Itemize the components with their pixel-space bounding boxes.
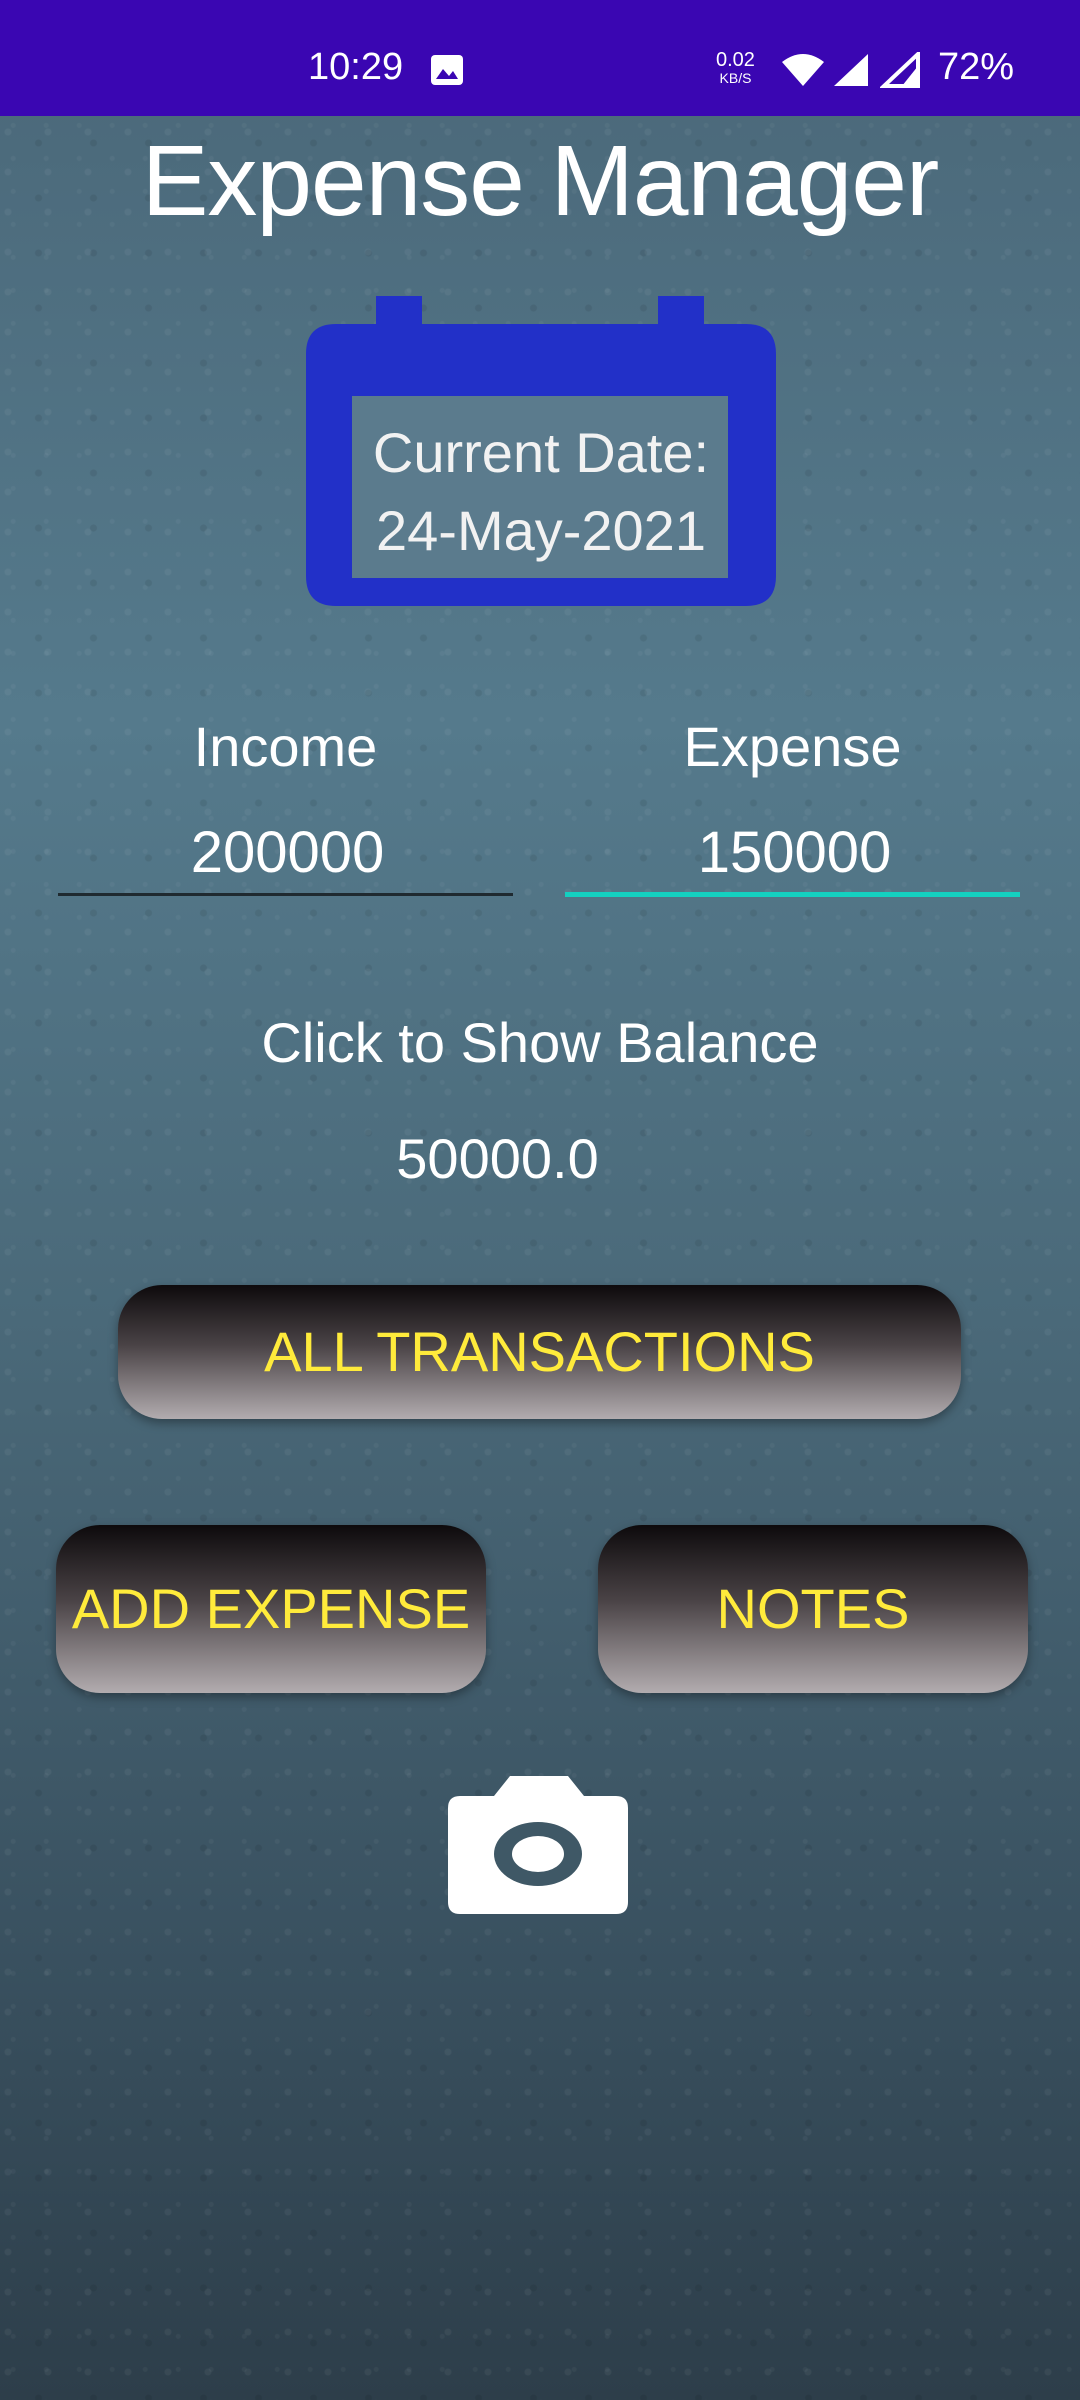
network-speed-value: 0.02 [716,49,755,71]
expense-field[interactable] [565,816,1024,888]
current-date-label: Current Date: [372,421,710,484]
income-field[interactable] [58,816,517,888]
network-speed: 0.02 KB/S [716,50,755,86]
expense-underline [565,892,1020,897]
date-card: Current Date: 24-May-2021 [306,296,776,606]
image-icon [430,54,464,86]
income-label: Income [193,715,378,778]
expense-label: Expense [683,715,902,778]
income-underline [58,893,513,896]
current-date-value: 24-May-2021 [376,499,706,562]
all-transactions-button[interactable]: ALL TRANSACTIONS [118,1285,961,1419]
battery-level: 72% [938,46,1015,88]
app-title: Expense Manager [141,125,940,237]
notes-button[interactable]: NOTES [598,1525,1028,1693]
balance-value: 50000.0 [396,1127,599,1190]
status-bar: 10:29 0.02 KB/S 72% [0,0,1080,116]
signal-icon [878,49,920,93]
add-expense-button[interactable]: ADD EXPENSE [56,1525,486,1693]
signal-icon [830,52,870,93]
camera-icon[interactable] [448,1776,628,1914]
network-speed-unit: KB/S [719,70,752,86]
status-time: 10:29 [308,46,404,88]
show-balance-button[interactable]: Click to Show Balance [0,1010,1080,1075]
wifi-icon [780,52,826,93]
current-date-text: Current Date: 24-May-2021 [356,414,726,570]
